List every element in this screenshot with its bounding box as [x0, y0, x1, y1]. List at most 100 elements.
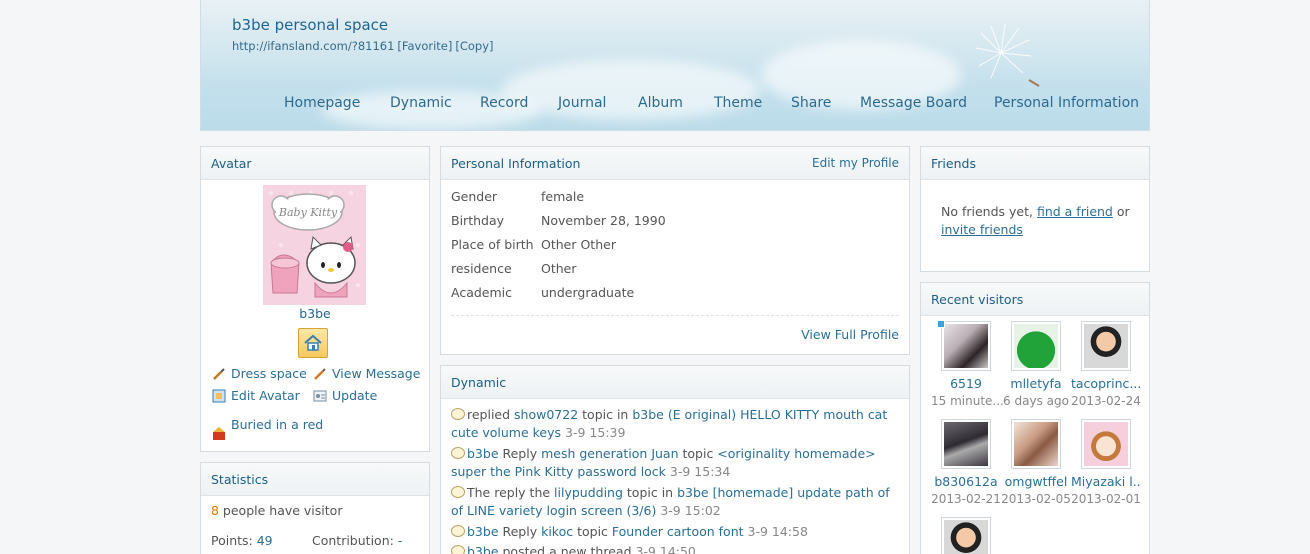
visitor-photo — [1014, 422, 1058, 466]
nav-homepage[interactable]: Homepage — [284, 95, 360, 111]
visitor-item[interactable]: tacoprinc... 2013-02-24 — [1071, 321, 1141, 408]
visitor-count-text: people have visitor — [218, 503, 343, 518]
contribution-value[interactable]: - — [398, 533, 403, 548]
nav-share[interactable]: Share — [791, 95, 831, 111]
visitor-avatar[interactable] — [941, 321, 991, 371]
buried-in-red-label: Buried in a red — [231, 417, 324, 432]
profile-row-gender: Gender female — [451, 189, 584, 204]
update-label: Update — [332, 388, 378, 403]
statistics-panel-title: Statistics — [211, 471, 269, 487]
space-url-link[interactable]: http://ifansland.com/?81161 — [232, 39, 394, 53]
favorite-link[interactable]: [Favorite] — [397, 39, 452, 53]
visitor-name[interactable]: omgwtffel — [1001, 474, 1071, 489]
no-friends-message: No friends yet, find a friend or invite … — [941, 203, 1141, 239]
recent-visitors-title: Recent visitors — [931, 291, 1024, 307]
visitor-avatar[interactable] — [941, 419, 991, 469]
reply-icon — [451, 525, 465, 537]
dynamic-text: posted a new thread — [498, 544, 632, 554]
visitor-item[interactable] — [931, 517, 1001, 554]
dynamic-time: 3-9 15:34 — [665, 464, 731, 479]
nav-album[interactable]: Album — [638, 95, 683, 111]
copy-link[interactable]: [Copy] — [455, 39, 493, 53]
edit-avatar-link[interactable]: Edit Avatar — [212, 388, 300, 403]
points-value[interactable]: 49 — [257, 533, 273, 548]
dynamic-text: Reply — [498, 446, 542, 461]
visitor-photo — [944, 324, 988, 368]
recent-visitors-header: Recent visitors — [921, 283, 1149, 316]
personal-information-header: Personal Information Edit my Profile — [441, 147, 909, 180]
visitor-item[interactable]: 6519 15 minute... — [931, 321, 1004, 408]
nav-journal[interactable]: Journal — [558, 95, 606, 111]
find-friend-link[interactable]: find a friend — [1037, 204, 1113, 219]
visitor-avatar[interactable] — [1011, 419, 1061, 469]
personal-information-panel: Personal Information Edit my Profile Gen… — [440, 146, 910, 355]
id-card-icon — [313, 390, 327, 401]
dynamic-user-link[interactable]: b3be — [467, 524, 499, 539]
dynamic-user-link[interactable]: kikoc — [541, 524, 573, 539]
dynamic-item: b3be posted a new thread 3-9 14:50 — [451, 543, 901, 554]
divider — [451, 315, 899, 316]
visitor-name[interactable]: b830612a — [931, 474, 1001, 489]
space-title[interactable]: b3be personal space — [232, 16, 388, 34]
nav-message-board[interactable]: Message Board — [860, 95, 967, 111]
reply-icon — [451, 447, 465, 459]
dynamic-user-link[interactable]: lilypudding — [554, 485, 623, 500]
dynamic-user-link[interactable]: b3be — [467, 544, 499, 554]
picture-icon — [212, 389, 226, 402]
red-packet-icon — [213, 427, 225, 440]
dynamic-topic-link[interactable]: Founder cartoon font — [612, 524, 744, 539]
dynamic-item: The reply the lilypudding topic in b3be … — [451, 484, 901, 520]
visitor-item[interactable]: mlletyfa 6 days ago — [1001, 321, 1071, 408]
dynamic-user-link[interactable]: b3be — [467, 446, 499, 461]
avatar[interactable]: Baby Kitty — [263, 185, 366, 305]
view-message-link[interactable]: View Message — [313, 366, 420, 381]
update-link[interactable]: Update — [313, 388, 377, 403]
statistics-panel: Statistics 8 people have visitor Points:… — [200, 462, 430, 554]
contribution-stat: Contribution: - — [312, 533, 402, 548]
visitor-name[interactable]: tacoprinc... — [1071, 376, 1141, 391]
dynamic-user-link[interactable]: mesh generation Juan — [541, 446, 678, 461]
dynamic-item: b3be Reply kikoc topic Founder cartoon f… — [451, 523, 901, 541]
visitor-date: 6 days ago — [1003, 394, 1069, 408]
nav-personal-information[interactable]: Personal Information — [994, 95, 1139, 111]
visitor-avatar[interactable] — [941, 517, 991, 554]
visitor-date: 15 minute... — [931, 394, 1004, 408]
visitor-avatar[interactable] — [1081, 419, 1131, 469]
invite-friends-link[interactable]: invite friends — [941, 222, 1023, 237]
dress-space-link[interactable]: Dress space — [212, 366, 307, 381]
profile-value: Other Other — [541, 237, 616, 252]
nav-dynamic[interactable]: Dynamic — [390, 95, 452, 111]
profile-row-academic: Academic undergraduate — [451, 285, 634, 300]
visitor-name[interactable]: mlletyfa — [1001, 376, 1071, 391]
nav-record[interactable]: Record — [480, 95, 528, 111]
visitor-item[interactable]: Miyazaki l... 2013-02-01 — [1071, 419, 1141, 506]
contribution-label: Contribution: — [312, 533, 398, 548]
visitor-photo — [1014, 324, 1058, 368]
profile-value: female — [541, 189, 585, 204]
visitor-count: 8 — [211, 503, 219, 518]
visitor-item[interactable]: b830612a 2013-02-21 — [931, 419, 1001, 506]
edit-profile-link[interactable]: Edit my Profile — [812, 156, 899, 170]
visitor-avatar[interactable] — [1011, 321, 1061, 371]
visitor-name[interactable]: Miyazaki l... — [1071, 474, 1141, 489]
nav-theme[interactable]: Theme — [714, 95, 762, 111]
dandelion-icon — [975, 23, 1040, 87]
buried-in-red-link[interactable]: Buried in a red — [212, 416, 323, 440]
avatar-image-text: Baby Kitty — [278, 206, 338, 219]
dynamic-panel-header: Dynamic — [441, 366, 909, 399]
dynamic-user-link[interactable]: show0722 — [514, 407, 578, 422]
profile-key: Birthday — [451, 213, 505, 228]
visitor-name[interactable]: 6519 — [931, 376, 1001, 391]
dynamic-item: b3be Reply mesh generation Juan topic <o… — [451, 445, 901, 481]
avatar-username[interactable]: b3be — [201, 306, 429, 321]
no-friends-text: No friends yet, — [941, 204, 1037, 219]
home-button[interactable] — [298, 328, 328, 358]
view-full-profile-link[interactable]: View Full Profile — [801, 327, 899, 342]
dynamic-time: 3-9 14:58 — [743, 524, 808, 539]
visitor-item[interactable]: omgwtffel 2013-02-05 — [1001, 419, 1071, 506]
profile-value: Other — [541, 261, 577, 276]
profile-key: Gender — [451, 189, 498, 204]
visitor-avatar[interactable] — [1081, 321, 1131, 371]
personal-information-title: Personal Information — [451, 155, 581, 171]
visitor-date: 2013-02-01 — [1071, 492, 1141, 506]
